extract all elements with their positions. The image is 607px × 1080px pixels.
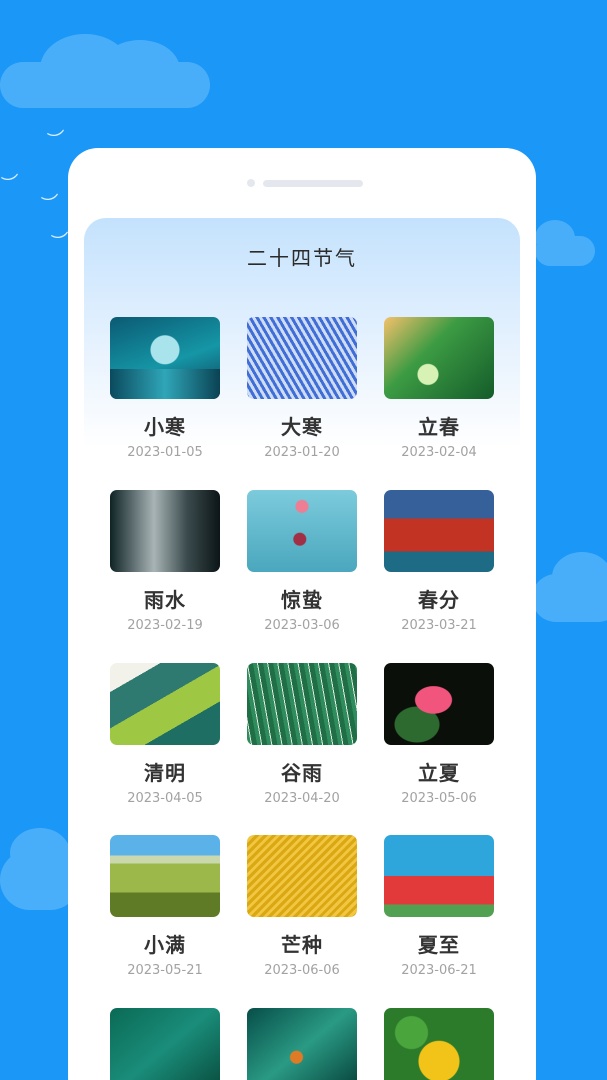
solar-terms-panel: 二十四节气 小寒 2023-01-05 大寒 2023-01-20 立春 202… <box>84 218 520 1080</box>
hummingbird-image <box>247 490 357 572</box>
term-date: 2023-03-21 <box>401 618 477 633</box>
term-name: 小满 <box>144 933 186 957</box>
term-name: 夏至 <box>418 933 460 957</box>
term-date: 2023-06-21 <box>401 963 477 978</box>
term-item[interactable]: 雨水 2023-02-19 <box>110 490 220 633</box>
frost-bubble-image <box>110 317 220 399</box>
term-name: 小寒 <box>144 415 186 439</box>
handle-dot <box>247 179 255 187</box>
term-name: 芒种 <box>281 933 323 957</box>
term-name: 清明 <box>144 761 186 785</box>
term-date: 2023-04-20 <box>264 791 340 806</box>
term-date: 2023-02-19 <box>127 618 203 633</box>
blossom-wall-image <box>384 490 494 572</box>
term-name: 大寒 <box>281 415 323 439</box>
term-item[interactable]: 惊蛰 2023-03-06 <box>247 490 357 633</box>
term-date: 2023-03-06 <box>264 618 340 633</box>
term-date: 2023-05-06 <box>401 791 477 806</box>
lotus-image <box>384 663 494 745</box>
term-item[interactable]: 谷雨 2023-04-20 <box>247 663 357 806</box>
term-name: 春分 <box>418 588 460 612</box>
bird-icon: ︶ <box>46 128 69 153</box>
term-date: 2023-01-20 <box>264 445 340 460</box>
term-date: 2023-01-05 <box>127 445 203 460</box>
handle-bar <box>263 180 363 187</box>
dragonfly-image <box>110 1008 220 1080</box>
frost-crystals-image <box>247 317 357 399</box>
term-item[interactable]: 小寒 2023-01-05 <box>110 317 220 460</box>
term-name: 惊蛰 <box>281 588 323 612</box>
term-item[interactable] <box>247 1008 357 1080</box>
ginkgo-leaf-image <box>384 1008 494 1080</box>
bird-icon: ︶ <box>40 192 63 217</box>
term-name: 谷雨 <box>281 761 323 785</box>
watermelon-image <box>384 835 494 917</box>
term-item[interactable]: 小满 2023-05-21 <box>110 835 220 978</box>
term-item[interactable]: 大寒 2023-01-20 <box>247 317 357 460</box>
cloud-decoration <box>535 220 595 266</box>
term-date: 2023-05-21 <box>127 963 203 978</box>
term-item[interactable]: 立夏 2023-05-06 <box>384 663 494 806</box>
term-name: 立春 <box>418 415 460 439</box>
solar-terms-card: 二十四节气 小寒 2023-01-05 大寒 2023-01-20 立春 202… <box>68 148 536 1080</box>
term-date: 2023-04-05 <box>127 791 203 806</box>
butterfly-flower-image <box>384 317 494 399</box>
term-item[interactable]: 夏至 2023-06-21 <box>384 835 494 978</box>
water-drop-image <box>110 490 220 572</box>
term-item[interactable]: 清明 2023-04-05 <box>110 663 220 806</box>
term-date: 2023-02-04 <box>401 445 477 460</box>
term-item[interactable] <box>384 1008 494 1080</box>
term-date: 2023-06-06 <box>264 963 340 978</box>
term-item[interactable]: 立春 2023-02-04 <box>384 317 494 460</box>
term-name: 雨水 <box>144 588 186 612</box>
grass-rain-image <box>247 663 357 745</box>
bird-icon: ︶ <box>0 172 23 197</box>
green-leaf-image <box>110 663 220 745</box>
rapeseed-image <box>247 835 357 917</box>
term-item[interactable] <box>110 1008 220 1080</box>
panel-title: 二十四节气 <box>247 246 357 270</box>
drag-handle[interactable] <box>68 179 536 189</box>
term-item[interactable]: 春分 2023-03-21 <box>384 490 494 633</box>
cloud-decoration <box>0 34 210 108</box>
koi-lotus-leaf-image <box>247 1008 357 1080</box>
term-name: 立夏 <box>418 761 460 785</box>
term-item[interactable]: 芒种 2023-06-06 <box>247 835 357 978</box>
cloud-decoration <box>532 552 607 622</box>
wheat-field-image <box>110 835 220 917</box>
